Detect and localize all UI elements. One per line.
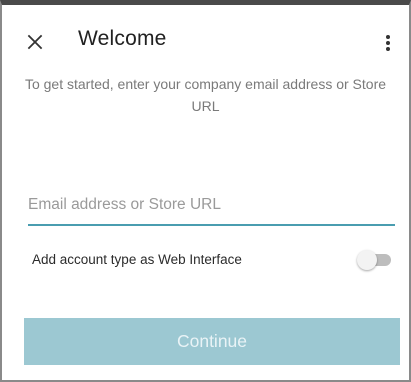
continue-button[interactable]: Continue <box>24 318 400 365</box>
welcome-screen: Welcome To get started, enter your compa… <box>0 0 411 382</box>
email-or-store-url-input[interactable] <box>28 188 395 222</box>
web-interface-switch[interactable] <box>357 250 391 270</box>
page-title: Welcome <box>78 27 167 50</box>
close-button[interactable] <box>21 28 49 56</box>
email-field-container <box>28 188 395 226</box>
app-bar: Welcome <box>2 5 409 75</box>
more-vert-icon <box>386 35 390 51</box>
switch-thumb <box>357 250 377 270</box>
web-interface-toggle-label: Add account type as Web Interface <box>32 252 242 267</box>
intro-text: To get started, enter your company email… <box>24 76 387 114</box>
close-icon <box>27 34 43 50</box>
web-interface-toggle-row: Add account type as Web Interface <box>32 247 391 275</box>
overflow-menu-button[interactable] <box>376 29 400 57</box>
